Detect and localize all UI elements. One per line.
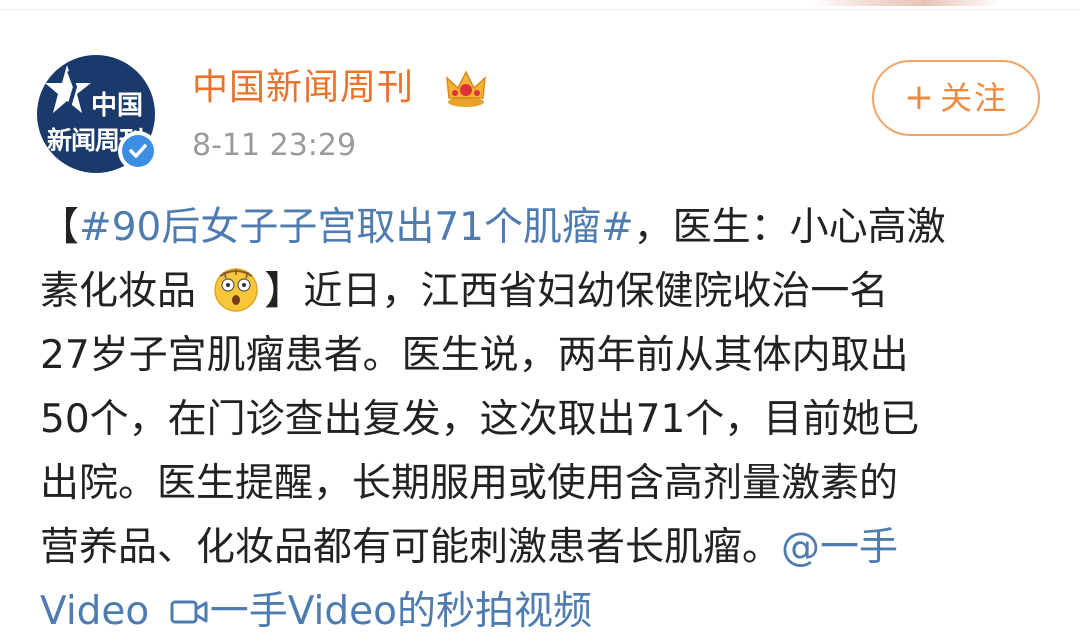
video-camera-icon[interactable]: [170, 597, 210, 627]
post-line-1: 【#90后女子子宫取出71个肌瘤#，医生：小心高激: [40, 196, 1050, 260]
post-line-5: 出院。医生提醒，长期服用或使用含高剂量激素的: [40, 461, 899, 506]
post-line-4: 50个，在门诊查出复发，这次取出71个，目前她已: [40, 397, 920, 442]
post-text-line6: 营养品、化妆品都有可能刺激患者长肌瘤。: [40, 525, 782, 570]
top-image-edge: [810, 0, 1000, 6]
post-text-line2-a: 素化妆品: [40, 269, 197, 314]
mention-link[interactable]: @一手: [781, 525, 898, 570]
bracket-open: 【: [40, 205, 80, 250]
hashtag-link[interactable]: #90后女子子宫取出71个肌瘤#: [79, 205, 634, 250]
account-name[interactable]: 中国新闻周刊: [192, 64, 414, 112]
post-timestamp: 8-11 23:29: [192, 128, 357, 163]
crown-icon[interactable]: [444, 68, 488, 108]
post-body: 【#90后女子子宫取出71个肌瘤#，医生：小心高激 素化妆品 】近日，江西省妇幼…: [40, 196, 1050, 644]
verified-badge: [118, 131, 158, 171]
post-text-line1-rest: ，医生：小心高激: [633, 205, 946, 250]
verified-icon: [129, 144, 147, 158]
post-line-7: Video 一手Video的秒拍视频: [40, 580, 1050, 644]
follow-button[interactable]: + 关注: [872, 60, 1040, 136]
post-line-3: 27岁子宫肌瘤患者。医生说，两年前从其体内取出: [40, 333, 909, 378]
avatar-text-line1: 中国: [91, 91, 144, 121]
post-text-line2-b: 】近日，江西省妇幼保健院收治一名: [264, 269, 889, 314]
plus-icon: +: [903, 77, 935, 118]
post-line-2: 素化妆品 】近日，江西省妇幼保健院收治一名: [40, 260, 1050, 324]
follow-label: 关注: [940, 79, 1009, 117]
video-link[interactable]: 一手Video的秒拍视频: [210, 589, 592, 634]
post-line-6: 营养品、化妆品都有可能刺激患者长肌瘤。@一手: [40, 516, 1050, 580]
mention-link-continued[interactable]: Video: [40, 589, 149, 634]
star-logo-icon: [45, 65, 91, 113]
shocked-emoji-icon: [214, 268, 259, 312]
